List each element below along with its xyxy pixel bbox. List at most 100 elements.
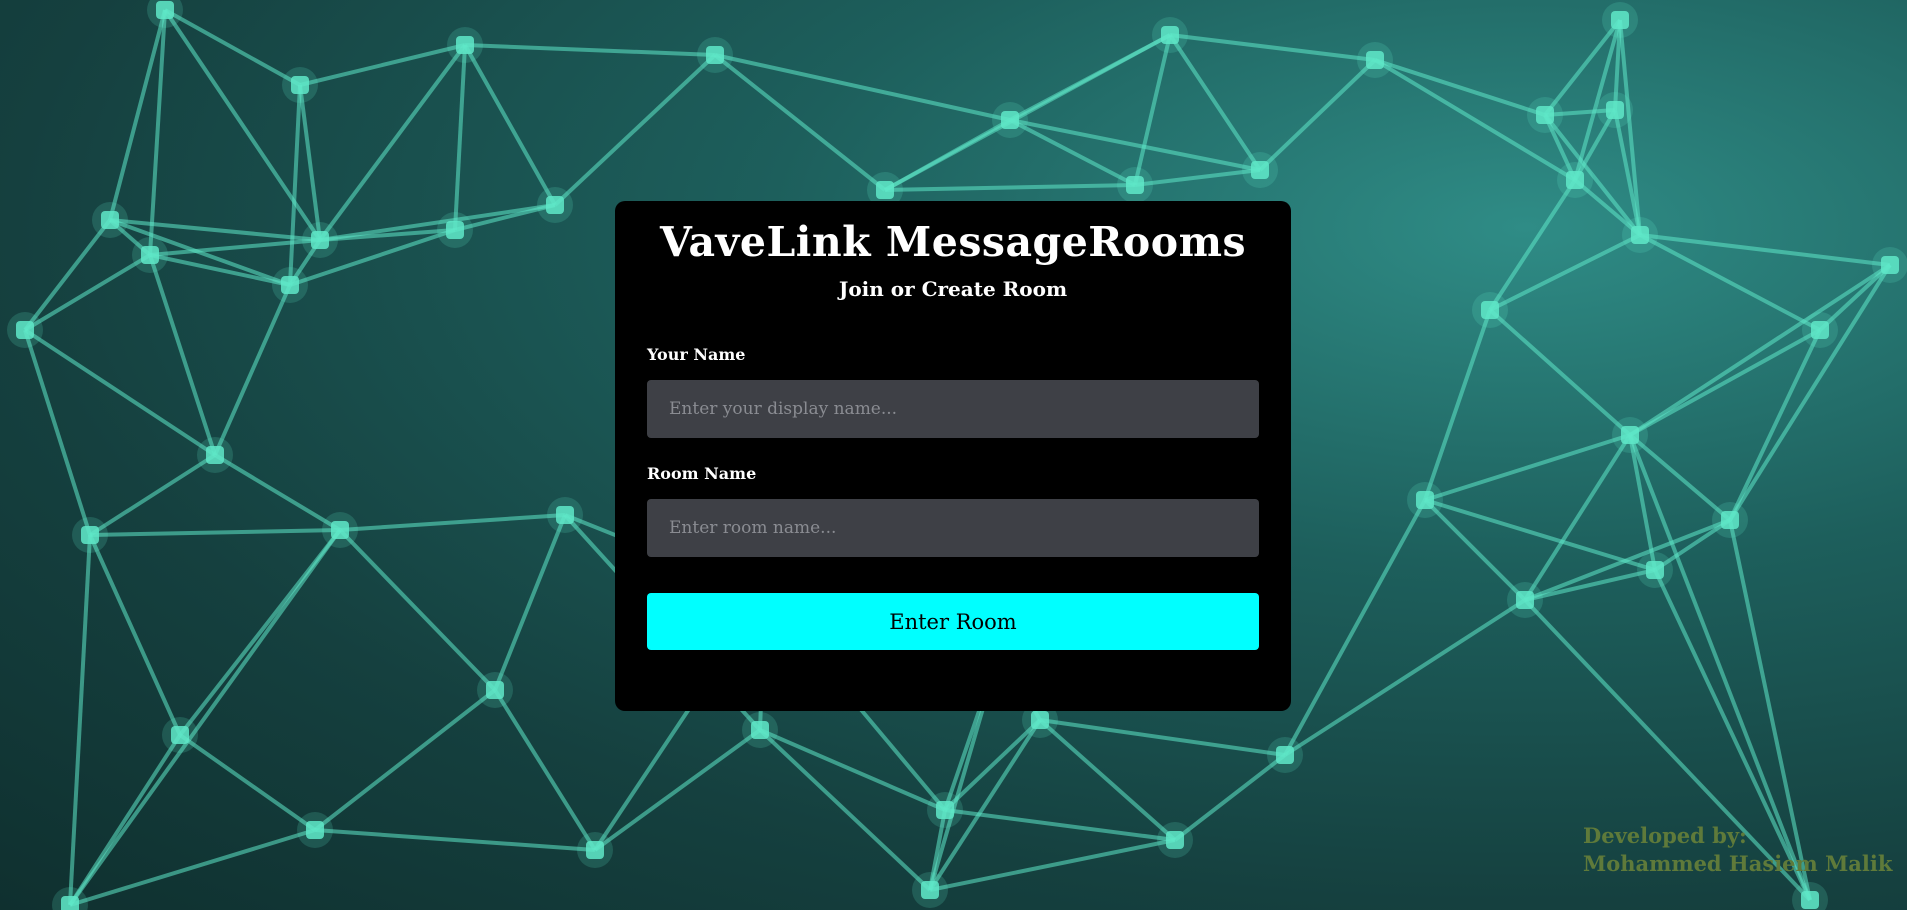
- network-node: [921, 881, 939, 899]
- network-edge: [1039, 718, 1286, 757]
- network-edge: [464, 43, 716, 57]
- network-node: [61, 896, 79, 910]
- network-edge: [1524, 518, 1731, 602]
- network-node: [1566, 171, 1584, 189]
- network-edge: [1488, 308, 1632, 437]
- network-edge: [164, 8, 301, 87]
- network-edge: [213, 284, 292, 456]
- network-node: [456, 36, 474, 54]
- network-edge: [148, 9, 167, 256]
- network-node: [706, 46, 724, 64]
- network-node: [936, 801, 954, 819]
- network-edge: [23, 253, 152, 332]
- network-node: [331, 521, 349, 539]
- network-edge: [178, 733, 317, 832]
- network-edge: [884, 33, 1171, 192]
- name-field-label: Your Name: [647, 345, 746, 364]
- network-edge: [1009, 118, 1136, 187]
- network-node: [156, 1, 174, 19]
- network-edge: [1628, 263, 1892, 437]
- network-edge: [1728, 263, 1892, 522]
- page-subtitle: Join or Create Room: [838, 277, 1068, 301]
- join-room-card: VaveLink MessageRooms Join or Create Roo…: [615, 201, 1291, 711]
- network-node: [1611, 11, 1629, 29]
- network-node: [751, 721, 769, 739]
- network-edge: [23, 329, 92, 536]
- network-edge: [929, 838, 1176, 892]
- network-edge: [1283, 598, 1527, 757]
- room-name-input[interactable]: [647, 499, 1259, 557]
- network-node: [1166, 831, 1184, 849]
- network-node: [141, 246, 159, 264]
- network-node: [1161, 26, 1179, 44]
- network-edge: [1639, 233, 1891, 267]
- network-node: [876, 181, 894, 199]
- network-node: [1001, 111, 1019, 129]
- network-node: [1721, 511, 1739, 529]
- network-node: [586, 841, 604, 859]
- network-edge: [148, 254, 217, 456]
- network-edge: [89, 528, 341, 537]
- network-node: [486, 681, 504, 699]
- network-edge: [23, 218, 112, 332]
- network-edge: [339, 513, 566, 532]
- network-edge: [493, 514, 567, 691]
- network-edge: [69, 828, 316, 907]
- network-node: [101, 211, 119, 229]
- network-edge: [1134, 168, 1261, 187]
- network-edge: [463, 44, 557, 206]
- network-node: [16, 321, 34, 339]
- network-node: [1801, 891, 1819, 909]
- network-edge: [1173, 753, 1287, 842]
- network-node: [81, 526, 99, 544]
- network-node: [1416, 491, 1434, 509]
- display-name-input[interactable]: [647, 380, 1259, 438]
- credit-line-1: Developed by:: [1583, 823, 1747, 848]
- network-node: [1251, 161, 1269, 179]
- network-node: [1481, 301, 1499, 319]
- network-edge: [553, 53, 717, 207]
- network-node: [1881, 256, 1899, 274]
- network-node: [1621, 426, 1639, 444]
- network-edge: [313, 688, 497, 832]
- network-edge: [493, 688, 597, 852]
- network-edge: [88, 453, 217, 537]
- network-node: [1366, 51, 1384, 69]
- network-edge: [1523, 433, 1632, 602]
- network-node: [546, 196, 564, 214]
- network-node: [311, 231, 329, 249]
- network-edge: [68, 528, 342, 907]
- network-edge: [1168, 33, 1262, 172]
- network-edge: [1374, 58, 1546, 117]
- network-node: [1031, 711, 1049, 729]
- network-node: [1536, 106, 1554, 124]
- network-edge: [338, 528, 497, 692]
- network-edge: [1618, 19, 1642, 236]
- network-node: [306, 821, 324, 839]
- developer-credit: Developed by: Mohammed Hasiem Malik: [1583, 822, 1892, 878]
- network-edge: [714, 53, 1011, 122]
- network-node: [1811, 321, 1829, 339]
- enter-room-button[interactable]: Enter Room: [647, 593, 1259, 650]
- credit-line-2: Mohammed Hasiem Malik: [1583, 851, 1893, 876]
- network-edge: [314, 828, 596, 852]
- network-edge: [288, 84, 302, 286]
- network-edge: [593, 728, 762, 852]
- network-edge: [1424, 433, 1631, 502]
- network-node: [281, 276, 299, 294]
- network-edge: [944, 808, 1176, 842]
- network-edge: [23, 328, 217, 457]
- network-edge: [1009, 118, 1261, 172]
- network-node: [1606, 101, 1624, 119]
- network-node: [206, 446, 224, 464]
- network-edge: [1283, 499, 1427, 756]
- network-node: [1126, 176, 1144, 194]
- room-field-label: Room Name: [647, 464, 757, 483]
- network-node: [1631, 226, 1649, 244]
- network-node: [1646, 561, 1664, 579]
- page-title: VaveLink MessageRooms: [659, 218, 1247, 266]
- network-node: [291, 76, 309, 94]
- network-edge: [759, 728, 946, 812]
- network-edge: [1169, 33, 1376, 62]
- network-edge: [88, 534, 182, 736]
